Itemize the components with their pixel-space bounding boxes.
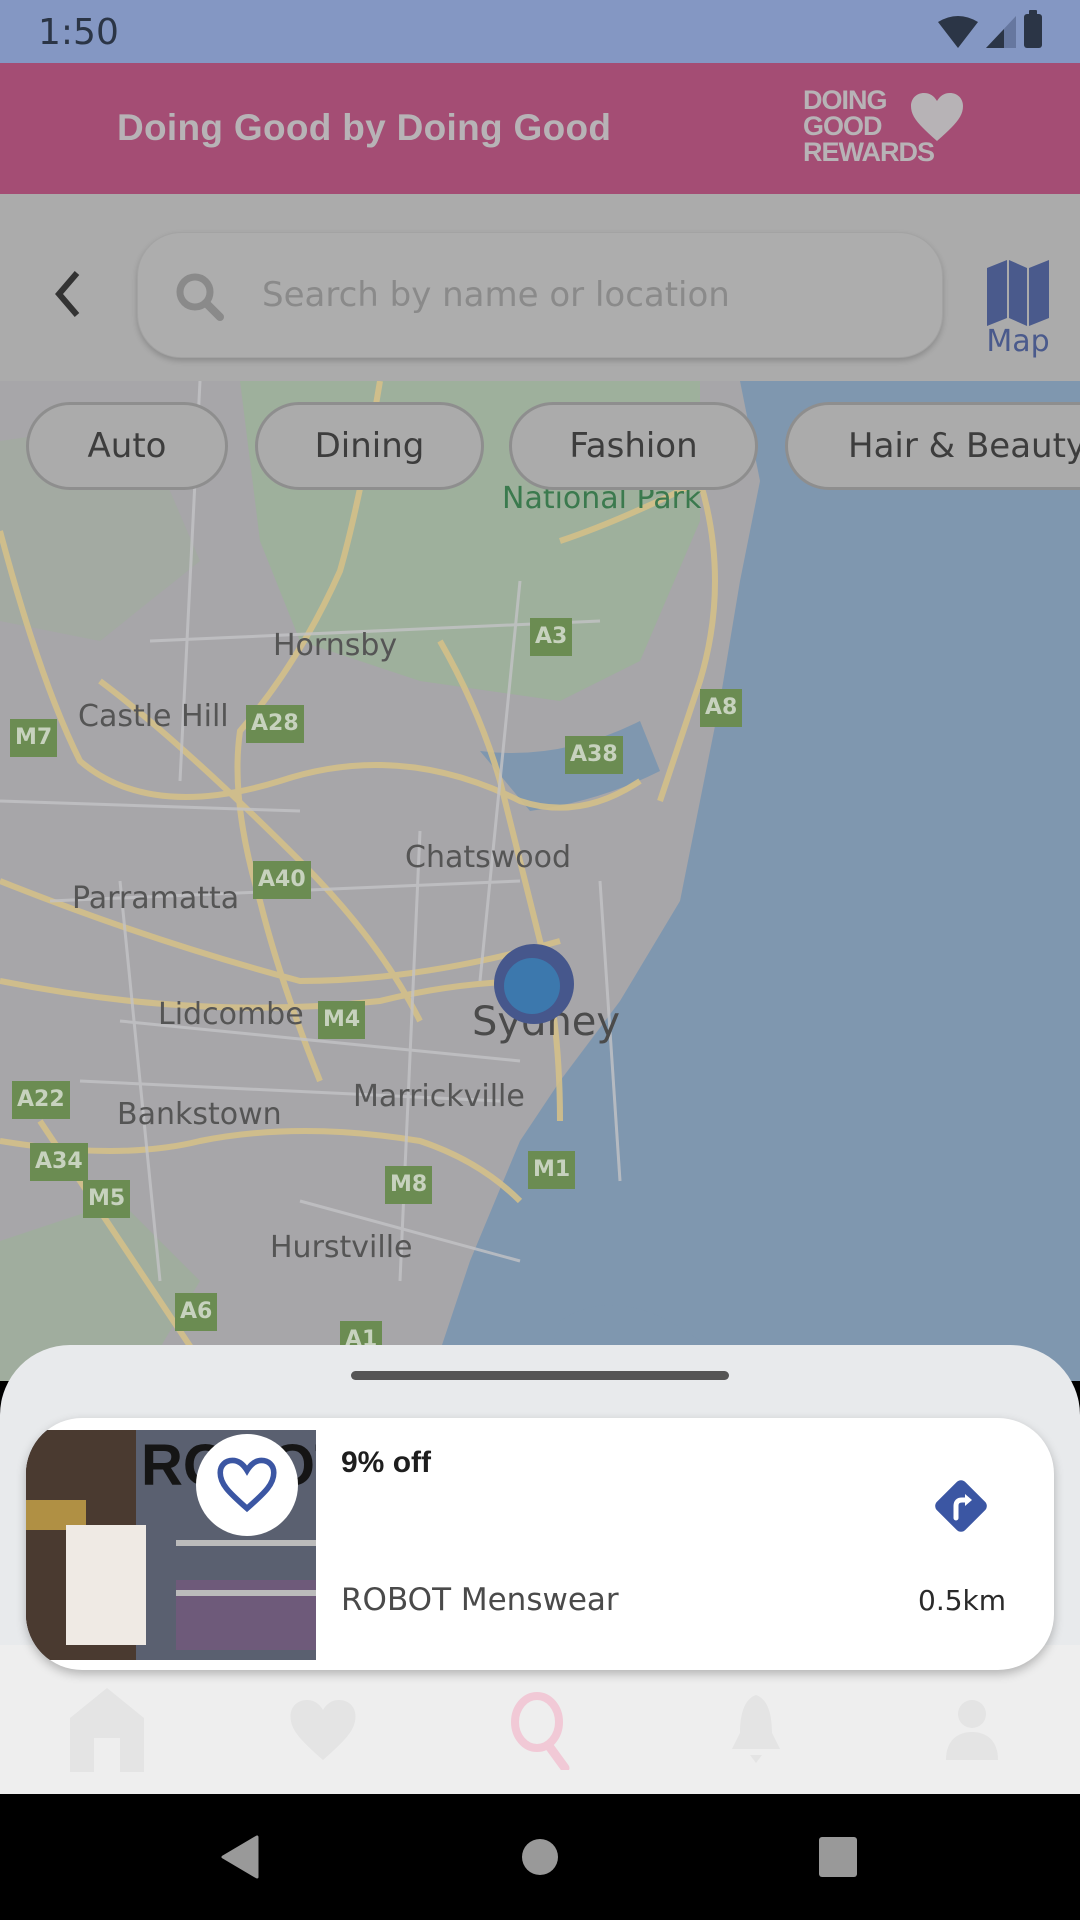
nav-profile[interactable]	[922, 1680, 1022, 1780]
search-row: Map	[0, 194, 1080, 381]
route-shield-m4: M4	[318, 1001, 366, 1039]
system-back-button[interactable]	[210, 1832, 270, 1882]
map-label-lidcombe: Lidcombe	[158, 997, 304, 1032]
battery-icon	[1024, 10, 1042, 48]
brand-logo: DOING GOOD REWARDS	[803, 87, 963, 171]
map-view-toggle[interactable]: Map	[980, 260, 1056, 360]
route-shield-m1: M1	[528, 1151, 576, 1189]
route-shield-a6: A6	[175, 1293, 218, 1331]
route-shield-a8: A8	[700, 689, 743, 727]
directions-icon	[935, 1480, 987, 1532]
bottom-nav	[0, 1680, 1080, 1794]
route-shield-m5: M5	[83, 1180, 131, 1218]
system-nav-bar	[0, 1794, 1080, 1920]
current-location-marker[interactable]	[494, 944, 574, 1024]
map-label-hurstville: Hurstville	[270, 1230, 413, 1265]
home-icon	[70, 1688, 144, 1772]
back-triangle-icon	[221, 1835, 259, 1879]
chevron-left-icon	[55, 271, 80, 317]
system-recents-button[interactable]	[808, 1832, 868, 1882]
category-chips: Auto Dining Fashion Hair & Beauty	[0, 402, 1080, 494]
sheet-drag-handle[interactable]	[351, 1371, 729, 1380]
map-label-parramatta: Parramatta	[72, 881, 240, 916]
heart-icon	[290, 1700, 356, 1760]
nav-search[interactable]	[490, 1680, 590, 1780]
app-header: Doing Good by Doing Good DOING GOOD REWA…	[0, 63, 1080, 194]
status-bar: 1:50	[0, 0, 1080, 63]
bell-icon	[732, 1695, 780, 1763]
search-icon	[511, 1692, 570, 1770]
route-shield-a40: A40	[253, 861, 311, 899]
map-label-bankstown: Bankstown	[117, 1097, 282, 1132]
offer-discount: 9% off	[341, 1446, 431, 1479]
map-view[interactable]: National Park Hornsby Castle Hill Chatsw…	[0, 381, 1080, 1381]
map-toggle-label: Map	[986, 324, 1050, 359]
heart-outline-icon	[217, 1457, 277, 1513]
route-shield-a3: A3	[530, 618, 573, 656]
chip-fashion[interactable]: Fashion	[509, 402, 758, 490]
map-label-chatswood: Chatswood	[405, 840, 572, 875]
nav-home[interactable]	[57, 1680, 157, 1780]
favorite-button[interactable]	[196, 1434, 298, 1536]
person-icon	[946, 1700, 998, 1760]
app-title: Doing Good by Doing Good	[117, 107, 612, 148]
route-shield-a28: A28	[246, 705, 304, 743]
route-shield-m7: M7	[10, 719, 58, 757]
recents-square-icon	[819, 1837, 857, 1877]
chip-hair-beauty[interactable]: Hair & Beauty	[785, 402, 1080, 490]
wifi-icon	[938, 16, 978, 48]
route-shield-a22: A22	[12, 1081, 70, 1119]
search-box[interactable]	[137, 232, 943, 358]
nav-favorites[interactable]	[273, 1680, 373, 1780]
heart-icon	[911, 93, 963, 141]
offer-store-name: ROBOT Menswear	[341, 1582, 619, 1618]
map-icon	[987, 260, 1049, 326]
offer-distance: 0.5km	[918, 1584, 1007, 1617]
chip-dining[interactable]: Dining	[255, 402, 484, 490]
map-label-hornsby: Hornsby	[273, 628, 398, 663]
route-shield-m8: M8	[385, 1166, 433, 1204]
map-label-castle-hill: Castle Hill	[78, 699, 229, 734]
map-label-marrickville: Marrickville	[353, 1079, 525, 1114]
nav-notifications[interactable]	[706, 1680, 806, 1780]
status-time: 1:50	[38, 12, 119, 53]
system-home-button[interactable]	[510, 1832, 570, 1882]
offer-card[interactable]: ROBOT 9% off ROBOT Menswear 0.5km	[26, 1418, 1054, 1670]
route-shield-a38: A38	[565, 736, 623, 774]
search-icon	[176, 273, 224, 321]
home-circle-icon	[522, 1839, 558, 1875]
chip-auto[interactable]: Auto	[26, 402, 228, 490]
back-button[interactable]	[42, 264, 92, 324]
directions-button[interactable]	[929, 1474, 993, 1538]
status-icons	[938, 10, 1042, 48]
search-input[interactable]	[262, 263, 902, 327]
cell-signal-icon	[986, 16, 1016, 48]
route-shield-a34: A34	[30, 1143, 88, 1181]
